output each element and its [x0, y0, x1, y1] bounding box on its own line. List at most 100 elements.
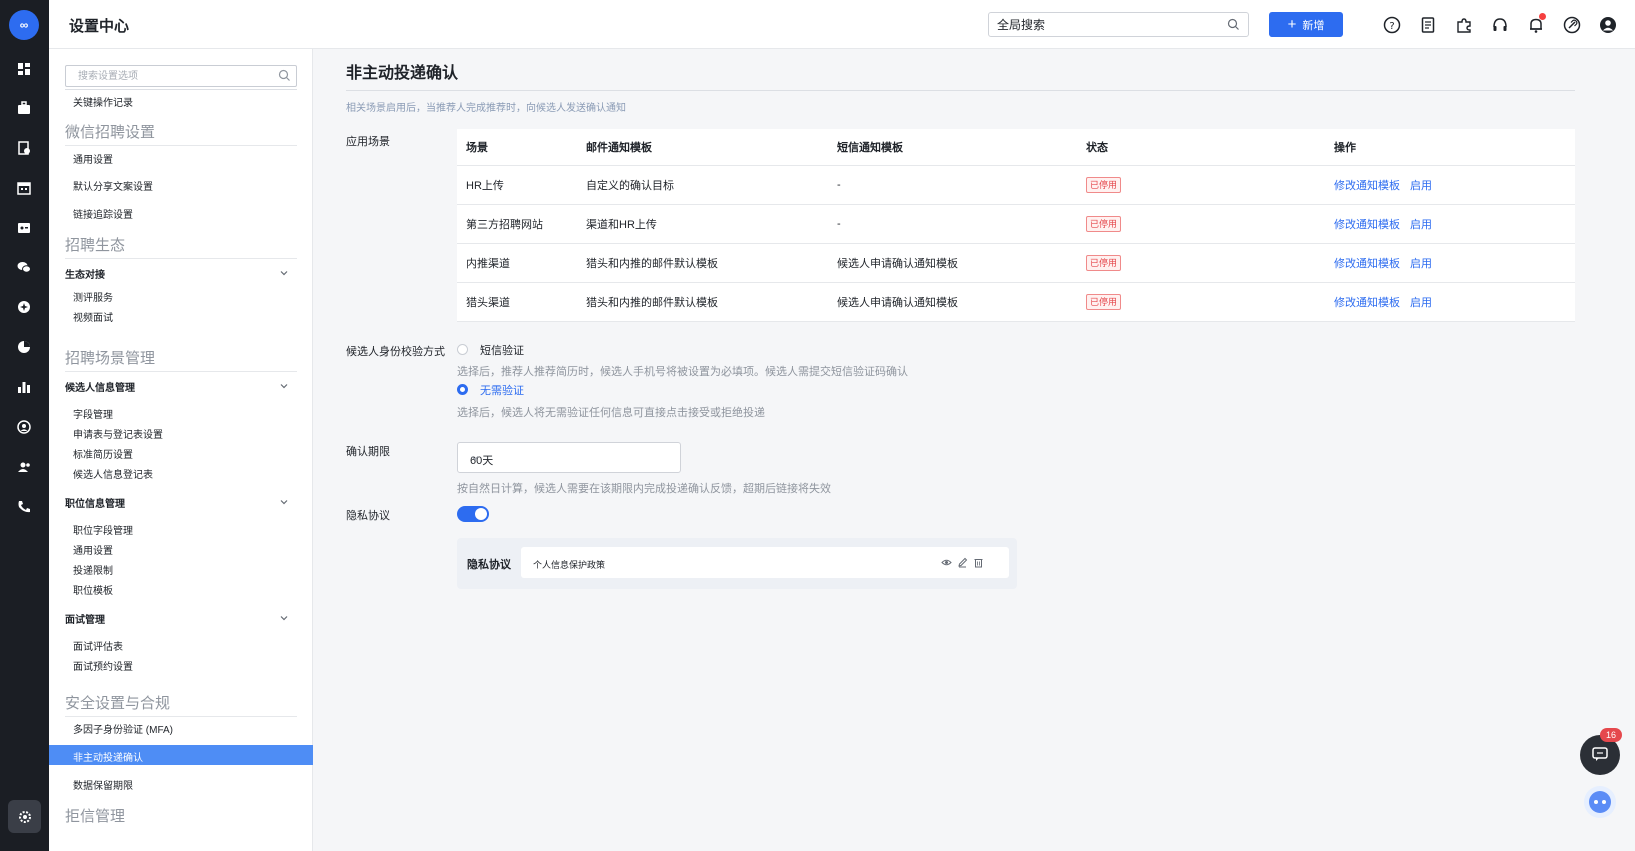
privacy-toggle[interactable]	[457, 506, 489, 522]
document-icon[interactable]	[1418, 15, 1437, 34]
period-label: 确认期限	[346, 446, 390, 458]
header-actions: 操作	[1334, 142, 1356, 154]
cell-sms: -	[837, 179, 841, 191]
sidebar-item-interview-eval[interactable]: 面试评估表	[73, 638, 123, 653]
sidebar-item-job-general[interactable]: 通用设置	[73, 542, 113, 557]
cell-status: 已停用	[1086, 166, 1122, 204]
help-icon[interactable]: ?	[1382, 15, 1401, 34]
sidebar-item-video-interview[interactable]: 视频面试	[73, 309, 113, 324]
enable-link[interactable]: 启用	[1410, 177, 1432, 193]
edit-template-link[interactable]: 修改通知模板	[1334, 177, 1400, 193]
app-title: 设置中心	[69, 18, 130, 35]
privacy-policy-item: 个人信息保护政策	[521, 547, 1009, 578]
sidebar-item-link-tracking[interactable]: 链接追踪设置	[73, 206, 133, 221]
sidebar-item-data-retention[interactable]: 数据保留期限	[73, 777, 133, 792]
sidebar-item-assessment[interactable]: 测评服务	[73, 289, 113, 304]
search-icon[interactable]	[278, 69, 291, 85]
global-search[interactable]	[988, 12, 1249, 37]
team-icon[interactable]	[15, 458, 33, 476]
edit-template-link[interactable]: 修改通知模板	[1334, 294, 1400, 310]
enable-link[interactable]: 启用	[1410, 294, 1432, 310]
settings-search[interactable]	[65, 65, 297, 87]
calendar-icon[interactable]	[15, 179, 33, 197]
chevron-down-icon[interactable]	[279, 613, 289, 626]
sidebar-item-interview-booking[interactable]: 面试预约设置	[73, 658, 133, 673]
group-candidate-info[interactable]: 候选人信息管理	[65, 379, 297, 394]
sidebar-item-standard-resume[interactable]: 标准简历设置	[73, 446, 133, 461]
sidebar-item-share-text[interactable]: 默认分享文案设置	[73, 178, 153, 193]
radio-label-none[interactable]: 无需验证	[480, 382, 524, 398]
cell-email: 自定义的确认目标	[586, 180, 674, 192]
link-icon[interactable]	[1562, 15, 1581, 34]
settings-icon[interactable]	[8, 800, 41, 833]
headset-icon[interactable]	[1490, 15, 1509, 34]
radio-sms-verify[interactable]	[457, 344, 468, 355]
plugin-icon[interactable]	[1454, 15, 1473, 34]
sidebar-item-field-mgmt[interactable]: 字段管理	[73, 406, 113, 421]
bar-chart-icon[interactable]	[15, 378, 33, 396]
group-interview[interactable]: 面试管理	[65, 611, 297, 626]
policy-name: 个人信息保护政策	[533, 560, 606, 570]
status-badge: 已停用	[1086, 294, 1122, 310]
section-security: 安全设置与合规	[65, 695, 171, 712]
group-label: 候选人信息管理	[65, 383, 135, 394]
svg-text:?: ?	[1389, 21, 1394, 32]
chevron-down-icon[interactable]	[279, 381, 289, 394]
edit-icon[interactable]	[957, 557, 968, 571]
sidebar-item-passive-confirm[interactable]: 非主动投递确认	[49, 745, 313, 765]
cell-status: 已停用	[1086, 283, 1122, 321]
sidebar-item-mfa[interactable]: 多因子身份验证 (MFA)	[73, 721, 173, 736]
edit-template-link[interactable]: 修改通知模板	[1334, 255, 1400, 271]
eye-icon[interactable]	[941, 557, 952, 571]
group-eco[interactable]: 生态对接	[65, 266, 297, 281]
radio-label-sms[interactable]: 短信验证	[480, 342, 524, 358]
delete-icon[interactable]	[973, 557, 984, 571]
table-header: 场景 邮件通知模板 短信通知模板 状态 操作	[457, 129, 1575, 166]
cell-scene: HR上传	[466, 180, 504, 192]
app-logo[interactable]: ∞	[9, 10, 39, 40]
sidebar-item-key-ops[interactable]: 关键操作记录	[73, 94, 133, 109]
pie-chart-icon[interactable]	[15, 338, 33, 356]
enable-link[interactable]: 启用	[1410, 216, 1432, 232]
cell-actions: 修改通知模板 启用	[1334, 205, 1442, 243]
status-badge: 已停用	[1086, 177, 1122, 193]
new-button[interactable]: + 新增	[1269, 12, 1343, 37]
resume-icon[interactable]	[15, 139, 33, 157]
ai-icon[interactable]	[15, 298, 33, 316]
sidebar-item-job-fields[interactable]: 职位字段管理	[73, 522, 133, 537]
sidebar-item-application-form[interactable]: 申请表与登记表设置	[73, 426, 163, 441]
cell-sms: 候选人申请确认通知模板	[837, 258, 958, 270]
user-circle-icon[interactable]	[15, 418, 33, 436]
global-search-input[interactable]	[989, 13, 1209, 36]
phone-icon[interactable]	[15, 498, 33, 516]
divider	[65, 371, 297, 372]
cell-status: 已停用	[1086, 205, 1122, 243]
table-row: 内推渠道 猎头和内推的邮件默认模板 候选人申请确认通知模板 已停用 修改通知模板…	[457, 244, 1575, 283]
enable-link[interactable]: 启用	[1410, 255, 1432, 271]
edit-template-link[interactable]: 修改通知模板	[1334, 216, 1400, 232]
divider	[65, 89, 297, 90]
cell-email: 猎头和内推的邮件默认模板	[586, 258, 718, 270]
chevron-down-icon[interactable]	[279, 268, 289, 281]
dashboard-icon[interactable]	[15, 60, 33, 78]
search-icon[interactable]	[1227, 18, 1240, 34]
period-select[interactable]: 60天	[457, 442, 681, 473]
divider	[65, 145, 297, 146]
wechat-icon[interactable]	[15, 258, 33, 276]
id-card-icon[interactable]	[15, 219, 33, 237]
page-title: 非主动投递确认	[346, 65, 459, 82]
bell-icon[interactable]	[1526, 13, 1546, 34]
privacy-label: 隐私协议	[346, 510, 390, 522]
sidebar-item-candidate-register[interactable]: 候选人信息登记表	[73, 466, 153, 481]
briefcase-icon[interactable]	[15, 99, 33, 117]
sidebar-item-wechat-general[interactable]: 通用设置	[73, 151, 113, 166]
user-icon[interactable]	[1598, 15, 1617, 34]
group-job-info[interactable]: 职位信息管理	[65, 495, 297, 510]
radio-no-verify[interactable]	[457, 384, 468, 395]
settings-search-input[interactable]	[66, 66, 266, 86]
chevron-down-icon[interactable]	[279, 497, 289, 510]
divider	[65, 258, 297, 259]
sidebar-item-job-template[interactable]: 职位模板	[73, 582, 113, 597]
sidebar-item-delivery-limit[interactable]: 投递限制	[73, 562, 113, 577]
assistant-bot-icon[interactable]	[1584, 786, 1616, 818]
